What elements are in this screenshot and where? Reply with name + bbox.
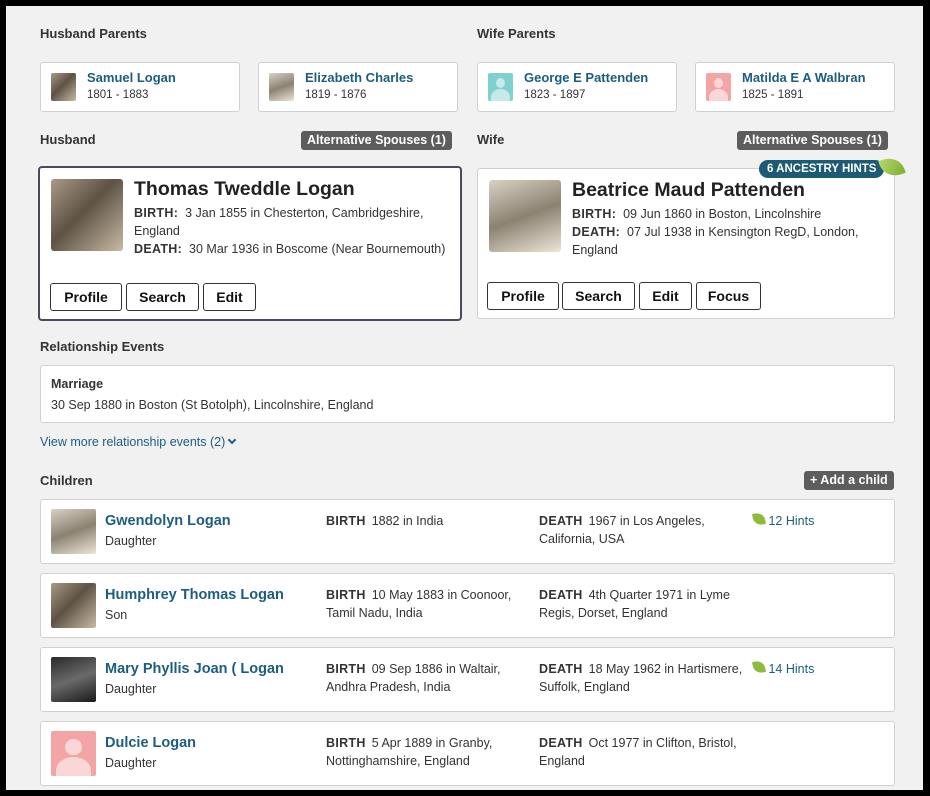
child-name[interactable]: Gwendolyn Logan	[105, 513, 231, 529]
birth-value: 09 Jun 1860 in Boston, Lincolnshire	[623, 207, 822, 221]
child-death: DEATH 18 May 1962 in Hartismere, Suffolk,…	[539, 660, 749, 696]
husband-parents-label: Husband Parents	[40, 26, 147, 41]
husband-card: Thomas Tweddle Logan BIRTH: 3 Jan 1855 i…	[38, 166, 462, 321]
death-label: DEATH	[539, 662, 583, 676]
hints-count: 14 Hints	[768, 662, 815, 676]
husband-facts: BIRTH: 3 Jan 1855 in Chesterton, Cambrid…	[134, 204, 454, 258]
husband-name: Thomas Tweddle Logan	[134, 178, 355, 200]
child-photo[interactable]	[51, 583, 96, 628]
child-row: Gwendolyn Logan Daughter BIRTH 1882 in In…	[40, 499, 895, 564]
death-value: 30 Mar 1936 in Boscome (Near Bournemouth…	[189, 242, 446, 256]
child-photo[interactable]	[51, 657, 96, 702]
child-death: DEATH Oct 1977 in Clifton, Bristol, Engla…	[539, 734, 749, 770]
wife-facts: BIRTH: 09 Jun 1860 in Boston, Lincolnshi…	[572, 205, 882, 259]
event-title: Marriage	[51, 377, 104, 391]
child-death: DEATH 1967 in Los Angeles, California, US…	[539, 512, 749, 548]
parent-photo	[269, 73, 294, 101]
child-photo[interactable]	[51, 509, 96, 554]
child-name[interactable]: Mary Phyllis Joan ( Logan	[105, 661, 284, 677]
birth-label: BIRTH	[326, 588, 366, 602]
child-name[interactable]: Dulcie Logan	[105, 735, 196, 751]
child-row: Mary Phyllis Joan ( Logan Daughter BIRTH…	[40, 647, 895, 712]
female-silhouette-icon	[706, 73, 731, 101]
parent-dates: 1801 - 1883	[87, 89, 149, 101]
children-label: Children	[40, 473, 93, 488]
view-more-events-link[interactable]: View more relationship events (2)	[40, 435, 237, 449]
child-hints-link[interactable]: 12 Hints	[752, 512, 815, 530]
parent-name[interactable]: Matilda E A Walbran	[742, 70, 866, 85]
birth-label: BIRTH	[326, 736, 366, 750]
birth-label: BIRTH	[326, 662, 366, 676]
husband-photo[interactable]	[51, 179, 123, 251]
female-silhouette-icon[interactable]	[51, 731, 96, 776]
death-label: DEATH:	[572, 225, 621, 239]
hints-count: 12 Hints	[768, 514, 815, 528]
view-more-label: View more relationship events (2)	[40, 435, 226, 449]
wife-parents-label: Wife Parents	[477, 26, 556, 41]
child-relation: Daughter	[105, 534, 157, 548]
birth-value: 1882 in India	[371, 514, 444, 528]
child-birth: BIRTH 09 Sep 1886 in Waltair, Andhra Prad…	[326, 660, 531, 696]
wife-label: Wife	[477, 132, 505, 147]
child-death: DEATH 4th Quarter 1971 in Lyme Regis, Dor…	[539, 586, 749, 622]
death-label: DEATH:	[134, 242, 183, 256]
parent-name[interactable]: George E Pattenden	[524, 70, 648, 85]
family-group-view: Husband Parents Wife Parents Samuel Loga…	[6, 6, 923, 790]
child-name[interactable]: Humphrey Thomas Logan	[105, 587, 284, 603]
parent-name[interactable]: Elizabeth Charles	[305, 70, 413, 85]
parent-dates: 1825 - 1891	[742, 89, 804, 101]
death-label: DEATH	[539, 736, 583, 750]
ancestry-hints-badge[interactable]: 6 ANCESTRY HINTS	[759, 160, 885, 178]
wife-photo[interactable]	[489, 180, 561, 252]
death-label: DEATH	[539, 588, 583, 602]
wife-name: Beatrice Maud Pattenden	[572, 179, 805, 201]
leaf-icon	[752, 512, 766, 526]
parent-photo	[51, 73, 76, 101]
husband-death: DEATH: 30 Mar 1936 in Boscome (Near Bour…	[134, 240, 454, 258]
child-birth: BIRTH 10 May 1883 in Coonoor, Tamil Nadu,…	[326, 586, 531, 622]
wife-profile-button[interactable]: Profile	[487, 282, 559, 310]
male-silhouette-icon	[488, 73, 513, 101]
child-birth: BIRTH 1882 in India	[326, 512, 531, 530]
husband-search-button[interactable]: Search	[126, 283, 199, 311]
wife-death: DEATH: 07 Jul 1938 in Kensington RegD, L…	[572, 223, 882, 259]
birth-label: BIRTH:	[134, 206, 179, 220]
parent-card-husband-mother[interactable]: Elizabeth Charles 1819 - 1876	[258, 62, 458, 112]
wife-card: Beatrice Maud Pattenden BIRTH: 09 Jun 18…	[477, 168, 895, 319]
add-child-button[interactable]: + Add a child	[804, 471, 894, 490]
parent-name[interactable]: Samuel Logan	[87, 70, 176, 85]
parent-dates: 1819 - 1876	[305, 89, 367, 101]
child-row: Dulcie Logan Daughter BIRTH 5 Apr 1889 in…	[40, 721, 895, 786]
parent-card-wife-mother[interactable]: Matilda E A Walbran 1825 - 1891	[695, 62, 895, 112]
child-relation: Daughter	[105, 682, 157, 696]
event-detail: 30 Sep 1880 in Boston (St Botolph), Linc…	[51, 398, 374, 412]
child-relation: Daughter	[105, 756, 157, 770]
wife-alternative-spouses-button[interactable]: Alternative Spouses (1)	[737, 131, 888, 150]
wife-search-button[interactable]: Search	[562, 282, 635, 310]
relationship-events-label: Relationship Events	[40, 339, 165, 354]
husband-birth: BIRTH: 3 Jan 1855 in Chesterton, Cambrid…	[134, 204, 454, 240]
wife-birth: BIRTH: 09 Jun 1860 in Boston, Lincolnshi…	[572, 205, 882, 223]
parent-dates: 1823 - 1897	[524, 89, 586, 101]
death-label: DEATH	[539, 514, 583, 528]
chevron-down-icon	[228, 435, 237, 445]
husband-label: Husband	[40, 132, 96, 147]
child-hints-link[interactable]: 14 Hints	[752, 660, 815, 678]
parent-card-husband-father[interactable]: Samuel Logan 1801 - 1883	[40, 62, 240, 112]
husband-alternative-spouses-button[interactable]: Alternative Spouses (1)	[301, 131, 452, 150]
wife-edit-button[interactable]: Edit	[639, 282, 692, 310]
parent-card-wife-father[interactable]: George E Pattenden 1823 - 1897	[477, 62, 677, 112]
birth-label: BIRTH:	[572, 207, 617, 221]
child-relation: Son	[105, 608, 128, 622]
leaf-icon	[752, 660, 766, 674]
child-row: Humphrey Thomas Logan Son BIRTH 10 May 18…	[40, 573, 895, 638]
birth-value: 3 Jan 1855 in Chesterton, Cambridgeshire…	[134, 206, 424, 238]
husband-edit-button[interactable]: Edit	[203, 283, 256, 311]
child-birth: BIRTH 5 Apr 1889 in Granby, Nottinghamshi…	[326, 734, 531, 770]
marriage-event-card[interactable]: Marriage 30 Sep 1880 in Boston (St Botol…	[40, 365, 895, 423]
wife-focus-button[interactable]: Focus	[696, 282, 761, 310]
birth-label: BIRTH	[326, 514, 366, 528]
husband-profile-button[interactable]: Profile	[50, 283, 122, 311]
